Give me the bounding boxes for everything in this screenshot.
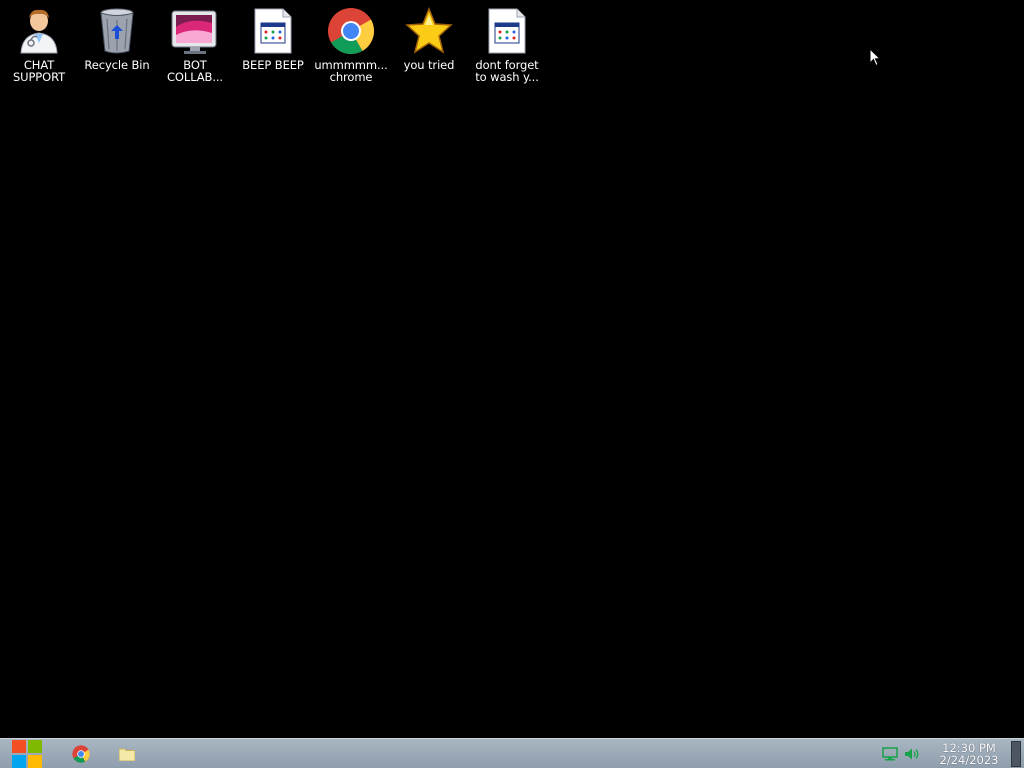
desktop-icon-chrome[interactable]: ummmmm... chrome — [312, 4, 390, 83]
folder-icon — [119, 748, 135, 761]
windows-logo-icon — [12, 740, 42, 768]
desktop-icon-label: you tried — [403, 58, 455, 72]
desktop-icon-label: BOT COLLAB... — [167, 58, 223, 84]
document-icon — [480, 4, 534, 58]
chrome-icon — [324, 4, 378, 58]
taskbar-chrome-button[interactable] — [67, 742, 95, 766]
beep-beep-icon — [246, 4, 300, 58]
star-icon — [402, 4, 456, 58]
desktop-icon-label: ummmmm... chrome — [314, 58, 388, 84]
desktop-icon-beep-beep[interactable]: BEEP BEEP — [234, 4, 312, 83]
desktop-icon-chat-support[interactable]: CHAT SUPPORT — [0, 4, 78, 83]
desktop-icon-label: Recycle Bin — [84, 58, 150, 72]
chrome-icon — [72, 745, 90, 763]
network-monitor-icon[interactable] — [882, 746, 898, 765]
desktop-background[interactable]: CHAT SUPPORT Recycle Bin BOT COLLAB... B… — [0, 0, 1024, 738]
show-desktop-button[interactable] — [1011, 741, 1021, 767]
desktop-icon-label: CHAT SUPPORT — [12, 58, 66, 84]
bot-collab-icon — [168, 4, 222, 58]
chat-support-icon — [12, 4, 66, 58]
desktop-icon-bot-collab[interactable]: BOT COLLAB... — [156, 4, 234, 83]
start-button[interactable] — [9, 739, 45, 768]
desktop-icon-grid: CHAT SUPPORT Recycle Bin BOT COLLAB... B… — [0, 4, 546, 83]
mouse-pointer-icon — [869, 47, 882, 71]
desktop-icon-you-tried[interactable]: you tried — [390, 4, 468, 83]
recycle-bin-icon — [90, 4, 144, 58]
desktop-icon-label: dont forget to wash y... — [475, 58, 539, 84]
desktop-icon-label: BEEP BEEP — [242, 58, 304, 72]
desktop-icon-dont-forget[interactable]: dont forget to wash y... — [468, 4, 546, 83]
clock-date: 2/24/2023 — [939, 753, 999, 767]
taskbar: 12:30 PM 2/24/2023 — [0, 738, 1024, 768]
taskbar-clock[interactable]: 12:30 PM 2/24/2023 — [930, 742, 1008, 766]
speaker-icon[interactable] — [904, 746, 920, 765]
taskbar-file-explorer-button[interactable] — [113, 742, 141, 766]
desktop-icon-recycle-bin[interactable]: Recycle Bin — [78, 4, 156, 83]
